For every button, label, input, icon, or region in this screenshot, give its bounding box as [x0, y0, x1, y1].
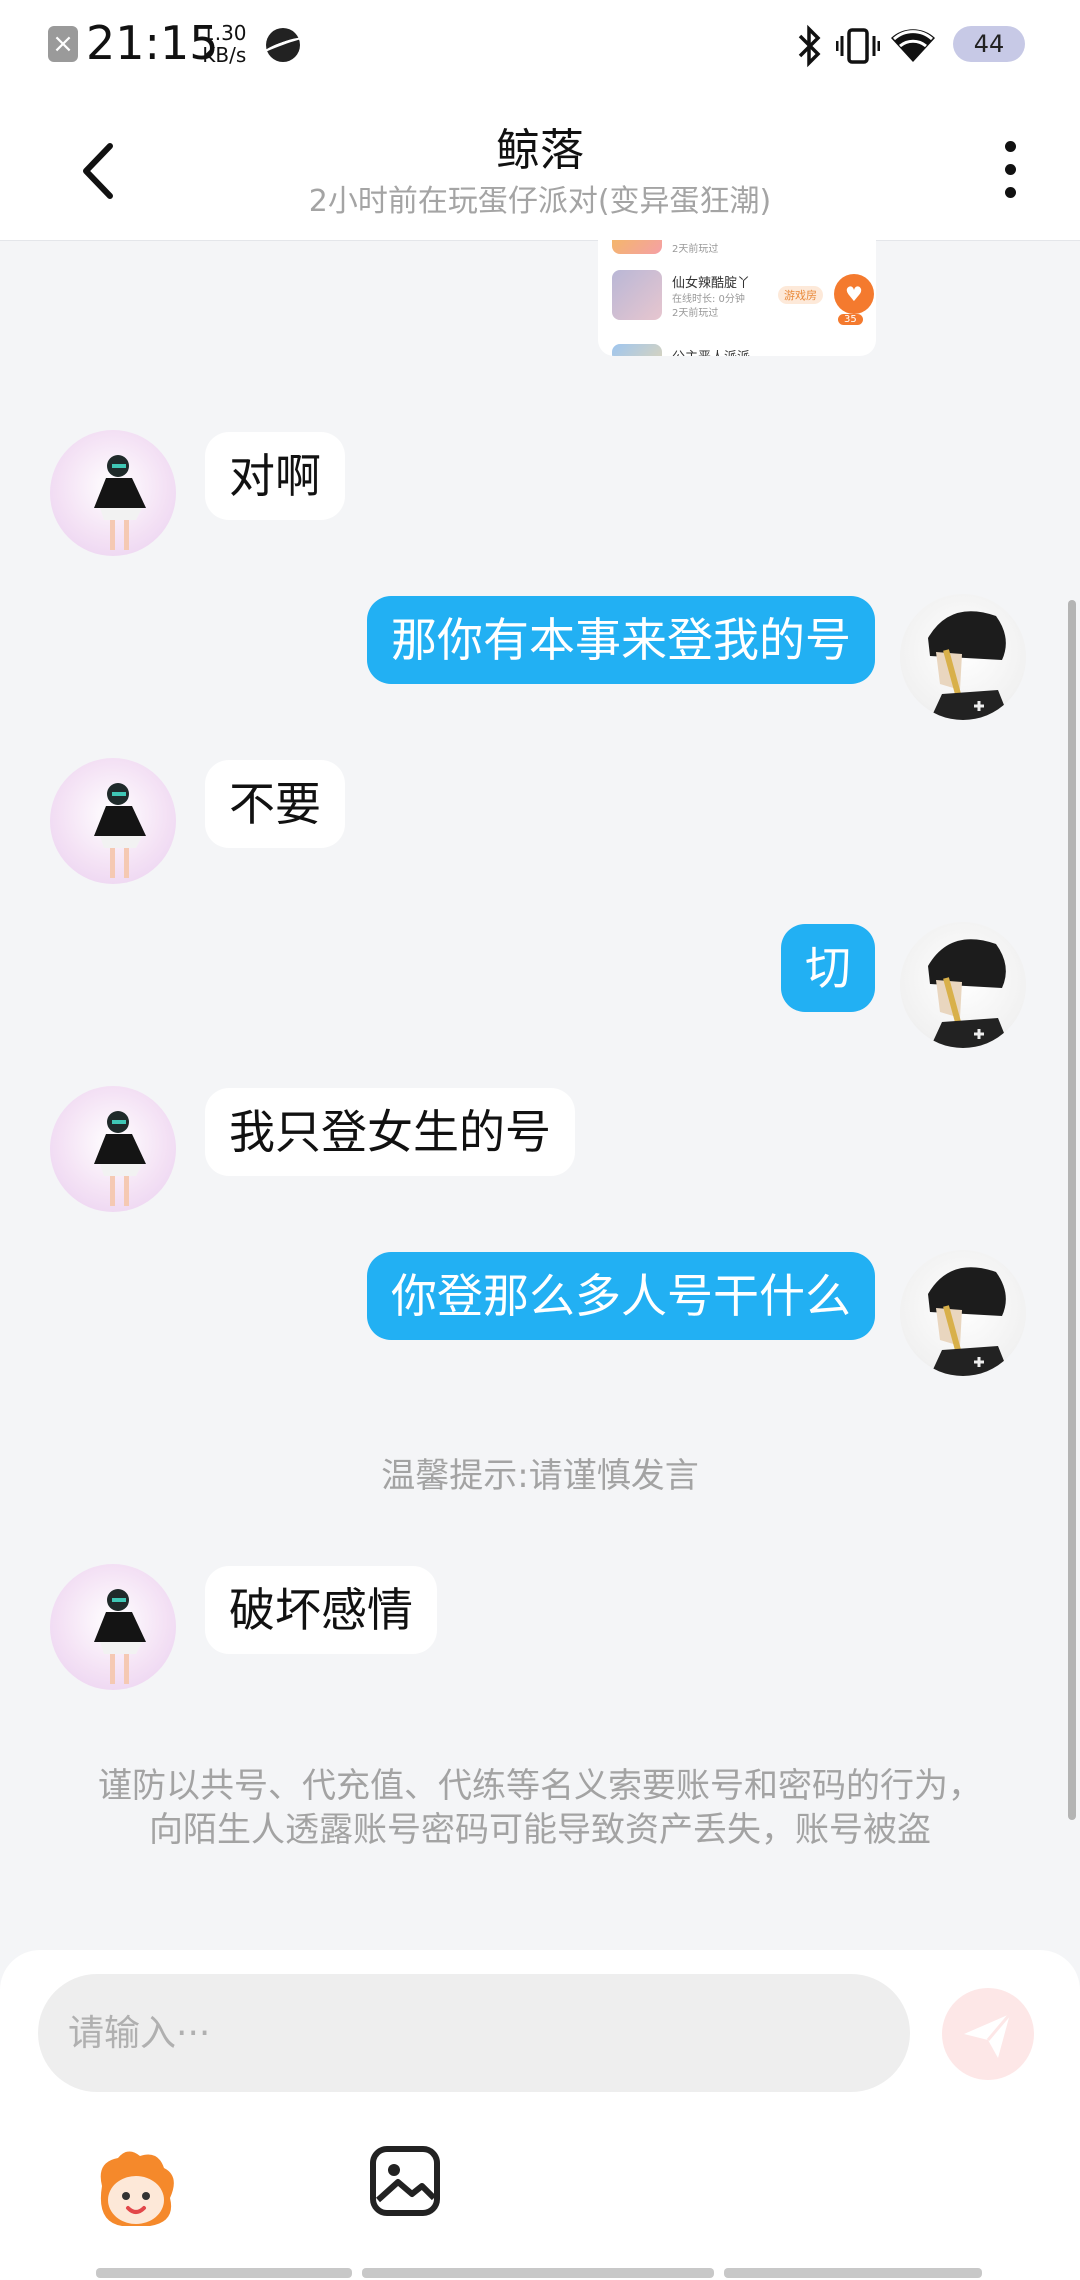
- incoming-message[interactable]: 不要: [205, 760, 345, 848]
- incoming-message[interactable]: 破坏感情: [205, 1566, 437, 1654]
- shared-game-card[interactable]: 2天前玩过 仙女辣酷腚丫 在线时长: 0分钟 2天前玩过 游戏房 ♥ 35 公主…: [598, 240, 876, 356]
- card-item-name: 仙女辣酷腚丫: [672, 276, 751, 291]
- input-panel: [0, 1950, 1080, 2280]
- card-row-main: 仙女辣酷腚丫 在线时长: 0分钟 2天前玩过 游戏房 ♥ 35: [612, 270, 874, 325]
- outgoing-message[interactable]: 那你有本事来登我的号: [367, 596, 875, 684]
- incoming-message[interactable]: 我只登女生的号: [205, 1088, 575, 1176]
- card-sub: 2天前玩过: [672, 244, 719, 255]
- message-input[interactable]: [38, 1974, 910, 2092]
- my-avatar[interactable]: [900, 922, 1026, 1048]
- network-speed-unit: KB/s: [202, 43, 247, 67]
- more-vertical-icon[interactable]: [990, 136, 1030, 206]
- card-bottom-name: 公主恶人派派: [672, 346, 750, 356]
- battery-indicator: 44: [953, 26, 1025, 62]
- card-thumb: [612, 270, 662, 320]
- system-tip: 温馨提示:请谨慎发言: [381, 1456, 699, 1496]
- my-avatar[interactable]: [900, 594, 1026, 720]
- send-icon: [964, 2013, 1012, 2058]
- contact-avatar[interactable]: [50, 430, 176, 556]
- contact-avatar[interactable]: [50, 758, 176, 884]
- chat-subtitle: 2小时前在玩蛋仔派对(变异蛋狂潮): [308, 184, 772, 219]
- incoming-message[interactable]: 对啊: [205, 432, 345, 520]
- card-tag: 游戏房: [778, 286, 823, 304]
- outgoing-message[interactable]: 切: [781, 924, 875, 1012]
- chat-title: 鲸落: [496, 125, 584, 176]
- outgoing-message[interactable]: 你登那么多人号干什么: [367, 1252, 875, 1340]
- bluetooth-icon: [798, 24, 821, 68]
- notification-icon: ×: [48, 26, 78, 62]
- card-thumb: [612, 344, 662, 356]
- network-speed: 1.30 KB/s: [202, 22, 247, 66]
- card-item-sub: 在线时长: 0分钟: [672, 294, 745, 305]
- contact-avatar[interactable]: [50, 1086, 176, 1212]
- wifi-icon: [891, 29, 935, 62]
- vibrate-icon: [836, 28, 880, 64]
- tab-indicator: [362, 2268, 714, 2278]
- chat-header: 鲸落 2小时前在玩蛋仔派对(变异蛋狂潮): [0, 92, 1080, 240]
- status-time: 21:15: [86, 16, 219, 70]
- bottom-tab-bar: [96, 2268, 982, 2278]
- chat-area[interactable]: 2天前玩过 仙女辣酷腚丫 在线时长: 0分钟 2天前玩过 游戏房 ♥ 35 公主…: [0, 240, 1080, 1950]
- card-row-top: 2天前玩过: [612, 240, 862, 255]
- card-item-sub: 2天前玩过: [672, 308, 719, 319]
- scrollbar[interactable]: [1068, 600, 1076, 1820]
- planet-app-icon: [266, 28, 300, 62]
- status-bar: × 21:15 1.30 KB/s 44: [0, 0, 1080, 92]
- contact-avatar[interactable]: [50, 1564, 176, 1690]
- network-speed-value: 1.30: [202, 21, 247, 45]
- card-thumb: [612, 240, 662, 254]
- security-warning: 谨防以共号、代充值、代练等名义索要账号和密码的行为，向陌生人透露账号密码可能导致…: [98, 1766, 982, 1850]
- send-button[interactable]: [942, 1988, 1034, 2080]
- tab-indicator: [724, 2268, 982, 2278]
- card-row-bottom: 公主恶人派派: [612, 344, 862, 356]
- my-avatar[interactable]: [900, 1250, 1026, 1376]
- emoji-mascot-icon[interactable]: [88, 2142, 184, 2238]
- heart-icon[interactable]: ♥: [834, 274, 874, 314]
- image-icon[interactable]: [368, 2144, 442, 2218]
- like-count: 35: [838, 314, 863, 325]
- tab-indicator: [96, 2268, 352, 2278]
